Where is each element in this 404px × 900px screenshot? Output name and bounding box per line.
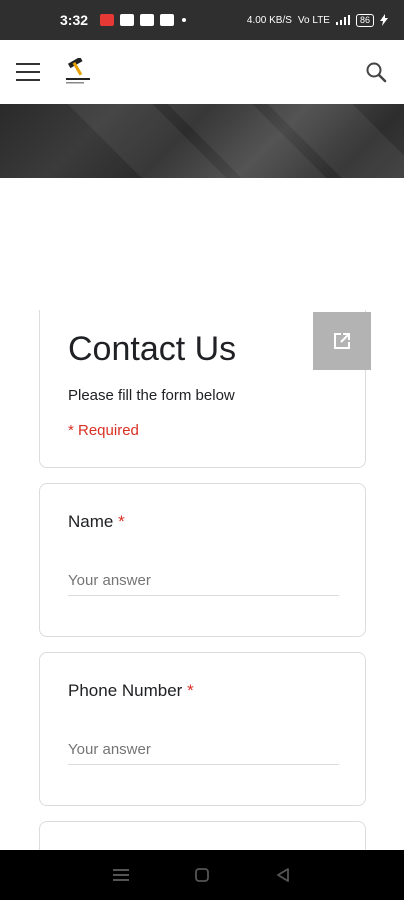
header-banner-image xyxy=(0,104,404,178)
question-label: Phone Number * xyxy=(68,681,337,701)
notification-icons xyxy=(100,14,187,26)
required-note: * Required xyxy=(68,422,139,439)
charging-icon xyxy=(380,14,388,26)
form-title: Contact Us xyxy=(68,330,237,368)
network-speed: 4.00 KB/S xyxy=(246,14,292,26)
youtube-notification-icon xyxy=(160,14,175,26)
open-in-new-button[interactable] xyxy=(313,312,371,370)
app-bar xyxy=(0,40,404,104)
hammer-logo-icon[interactable] xyxy=(64,56,92,86)
recent-apps-icon[interactable] xyxy=(111,865,131,885)
home-icon[interactable] xyxy=(192,865,212,885)
phone-number-input[interactable] xyxy=(68,741,339,765)
status-bar: 3:32 4.00 KB/S Vo LTE 86 xyxy=(0,0,404,40)
search-icon[interactable] xyxy=(364,60,388,84)
required-asterisk: * xyxy=(187,681,194,700)
battery-indicator: 86 xyxy=(355,13,374,27)
status-time: 3:32 xyxy=(60,12,89,28)
question-card-phone: Phone Number * xyxy=(39,652,366,806)
facebook-notification-icon xyxy=(140,14,155,26)
question-text: Name xyxy=(68,512,114,531)
form-description: Please fill the form below xyxy=(68,387,235,404)
message-notification-icon xyxy=(120,14,135,26)
hamburger-menu-icon[interactable] xyxy=(16,63,40,81)
status-right: 4.00 KB/S Vo LTE 86 xyxy=(246,13,388,27)
open-in-new-icon xyxy=(334,333,350,349)
name-input[interactable] xyxy=(68,572,339,596)
form-content: Contact Us Please fill the form below * … xyxy=(0,178,404,861)
question-card-name: Name * xyxy=(39,483,366,637)
signal-label: Vo LTE xyxy=(297,14,330,26)
system-navigation-bar xyxy=(0,850,404,900)
more-notifications-icon xyxy=(182,18,187,22)
question-text: Phone Number xyxy=(68,681,183,700)
required-asterisk: * xyxy=(118,512,125,531)
question-label: Name * xyxy=(68,512,337,532)
signal-icon xyxy=(335,15,350,25)
music-notification-icon xyxy=(100,14,115,26)
back-icon[interactable] xyxy=(273,865,293,885)
